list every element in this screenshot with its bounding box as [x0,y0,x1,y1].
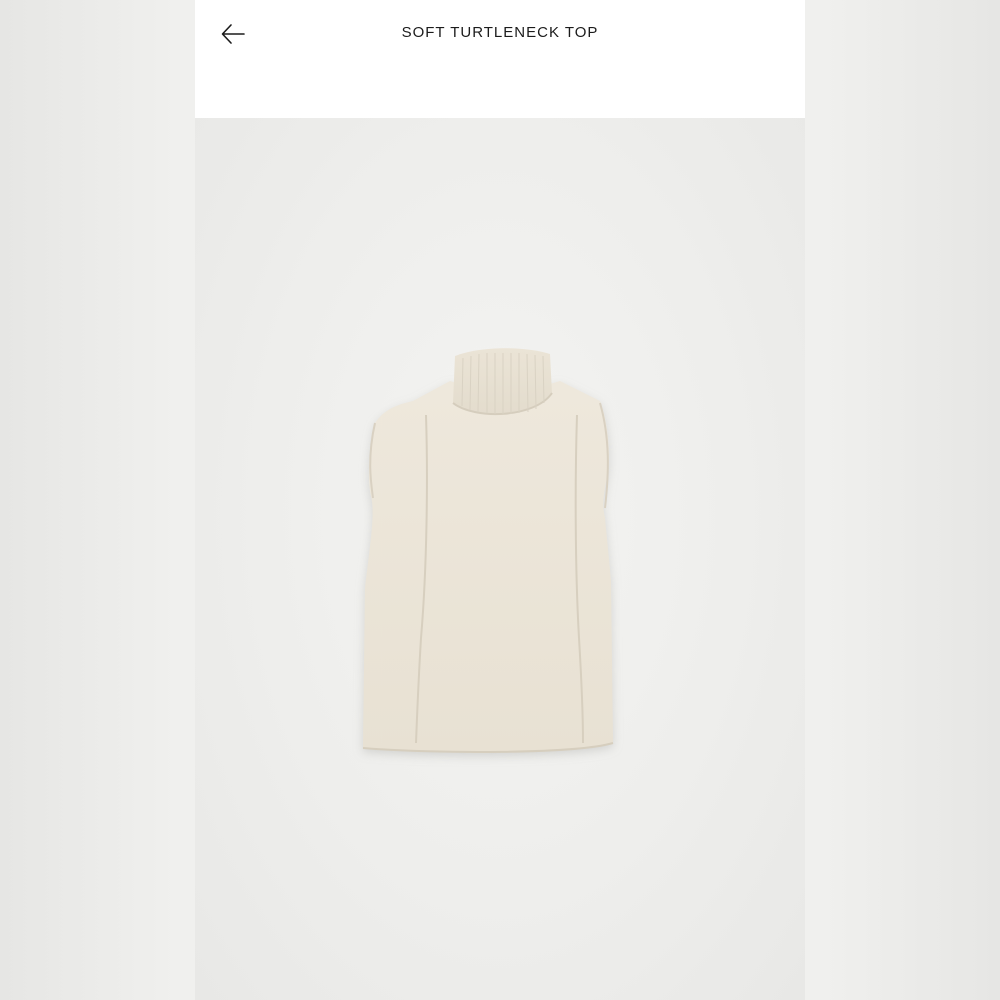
turtleneck-top-image [362,348,614,754]
app-screen: SOFT TURTLENECK TOP [195,0,805,1000]
top-bar: SOFT TURTLENECK TOP [195,0,805,118]
page-title: SOFT TURTLENECK TOP [401,24,599,41]
product-image[interactable] [195,118,805,1000]
